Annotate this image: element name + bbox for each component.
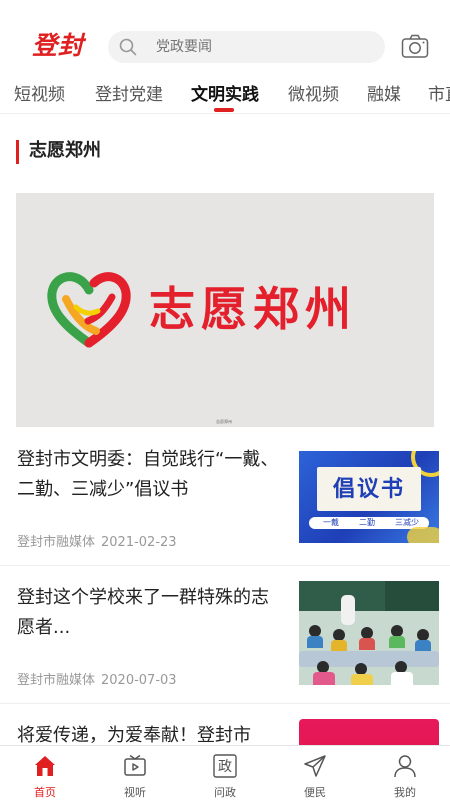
decorative-swirl xyxy=(407,527,439,543)
thumbnail-title: 倡议书 xyxy=(332,476,405,502)
search-bar[interactable] xyxy=(108,31,385,63)
thumbnail-subtitle: 一戴 二勤 三减少 xyxy=(309,517,429,529)
blackboard xyxy=(385,581,439,611)
send-icon xyxy=(304,755,326,777)
app-header: 登封 xyxy=(0,0,450,72)
nav-convenience[interactable]: 便民 xyxy=(270,746,360,800)
news-date: 2020-07-03 xyxy=(101,673,177,688)
news-item[interactable]: 登封市文明委：自觉践行“一戴、二勤、三减少”倡议书 登封市融媒体 2021-02-… xyxy=(0,428,450,566)
tab-micro-video[interactable]: 微视频 xyxy=(288,80,339,105)
tab-city-direct[interactable]: 市直 xyxy=(428,80,450,105)
search-input[interactable] xyxy=(156,31,376,63)
nav-label: 视听 xyxy=(124,786,146,799)
nav-mine[interactable]: 我的 xyxy=(360,746,450,800)
news-thumbnail[interactable] xyxy=(299,719,439,745)
politics-icon-glyph: 政 xyxy=(218,759,232,775)
news-thumbnail[interactable]: 倡议书 一戴 二勤 三减少 xyxy=(299,451,439,543)
nav-label: 便民 xyxy=(304,786,326,799)
thumbnail-sub-item: 二勤 xyxy=(359,518,375,527)
volunteer-figure xyxy=(341,595,355,625)
student-figure xyxy=(359,638,375,650)
student-figure xyxy=(391,672,413,685)
banner-caption: 志愿郑州 xyxy=(216,419,232,424)
home-icon xyxy=(35,756,55,776)
proposal-paper: 倡议书 xyxy=(317,467,421,511)
thumbnail-sub-item: 一戴 xyxy=(323,518,339,527)
nav-politics[interactable]: 政 问政 xyxy=(180,746,270,800)
politics-icon: 政 xyxy=(213,754,237,778)
banner-title: 志愿郑州 xyxy=(149,282,357,336)
student-figure xyxy=(313,672,335,685)
news-meta: 登封市融媒体 2020-07-03 xyxy=(17,669,177,688)
tab-short-video[interactable]: 短视频 xyxy=(14,80,65,105)
nav-label: 问政 xyxy=(214,786,236,799)
news-title[interactable]: 将爱传递，为爱奉献！登封市 xyxy=(17,721,282,745)
bottom-navigation: 首页 视听 政 问政 便民 我的 xyxy=(0,745,450,800)
banner-image[interactable]: 志愿郑州 志愿郑州 xyxy=(16,193,434,427)
news-item[interactable]: 登封这个学校来了一群特殊的志愿者... 登封市融媒体 2020-07-03 xyxy=(0,566,450,704)
camera-icon[interactable] xyxy=(401,33,429,59)
volunteer-heart-logo-icon xyxy=(47,272,131,348)
news-source: 登封市融媒体 xyxy=(17,535,96,550)
news-item[interactable]: 将爱传递，为爱奉献！登封市 xyxy=(0,704,450,745)
news-date: 2021-02-23 xyxy=(101,535,177,550)
tab-media[interactable]: 融媒 xyxy=(367,80,401,105)
nav-label: 首页 xyxy=(34,786,56,799)
tab-dengfeng-party[interactable]: 登封党建 xyxy=(95,80,163,105)
student-figure xyxy=(307,636,323,648)
tab-civilization-practice[interactable]: 文明实践 xyxy=(191,80,259,105)
student-figure xyxy=(389,636,405,648)
nav-label: 我的 xyxy=(394,786,416,799)
section-title: 志愿郑州 xyxy=(16,140,101,164)
search-icon xyxy=(119,38,137,56)
tv-icon xyxy=(124,754,146,776)
channel-tabs: 短视频 登封党建 文明实践 微视频 融媒 市直 xyxy=(0,72,450,114)
nav-home[interactable]: 首页 xyxy=(0,746,90,800)
user-icon xyxy=(394,755,416,778)
news-source: 登封市融媒体 xyxy=(17,673,96,688)
news-title[interactable]: 登封这个学校来了一群特殊的志愿者... xyxy=(17,583,282,643)
news-thumbnail[interactable] xyxy=(299,581,439,685)
nav-audiovisual[interactable]: 视听 xyxy=(90,746,180,800)
active-tab-indicator xyxy=(214,108,234,112)
student-figure xyxy=(351,674,373,685)
app-logo[interactable]: 登封 xyxy=(32,26,84,62)
news-meta: 登封市融媒体 2021-02-23 xyxy=(17,531,177,550)
news-title[interactable]: 登封市文明委：自觉践行“一戴、二勤、三减少”倡议书 xyxy=(17,445,282,505)
